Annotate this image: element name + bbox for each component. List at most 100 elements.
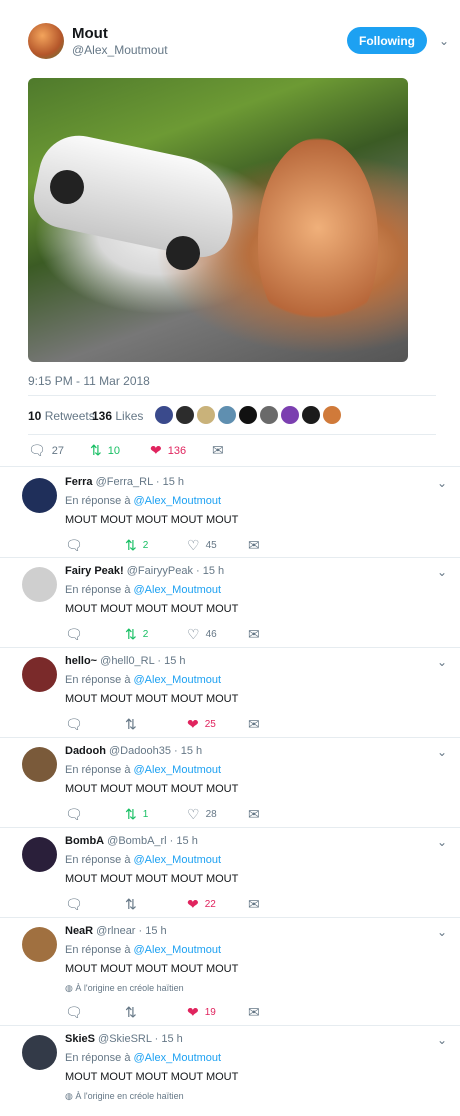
chevron-down-icon[interactable]: ⌄: [437, 476, 447, 490]
author-name[interactable]: Mout: [72, 25, 108, 42]
heart-action[interactable]: ❤ 19: [187, 1004, 216, 1021]
retweet-action[interactable]: ⇅ 1: [125, 806, 148, 823]
reply-author[interactable]: BombA @BombA_rl · 15 h: [65, 835, 198, 847]
chevron-down-icon[interactable]: ⌄: [437, 745, 447, 759]
mail-action[interactable]: ✉: [248, 806, 260, 823]
chevron-down-icon[interactable]: ⌄: [437, 835, 447, 849]
reply-avatar[interactable]: [22, 837, 57, 872]
retweet-action[interactable]: ⇅ 2: [125, 626, 148, 643]
reply-tweet[interactable]: NeaR @rlnear · 15 h En réponse à @Alex_Mo…: [0, 925, 460, 1025]
mail-action[interactable]: ✉: [248, 716, 260, 733]
reply-action[interactable]: 🗨: [65, 1004, 83, 1021]
reply-text: MOUT MOUT MOUT MOUT MOUT: [65, 1071, 239, 1083]
tweet-image[interactable]: [28, 78, 408, 362]
reply-tweet[interactable]: Dadooh @Dadooh35 · 15 h En réponse à @Ale…: [0, 745, 460, 827]
reply-author[interactable]: NeaR @rlnear · 15 h: [65, 925, 167, 937]
reply-avatar[interactable]: [22, 1035, 57, 1070]
like-action[interactable]: ❤ 136: [150, 442, 186, 459]
reply-avatar[interactable]: [22, 478, 57, 513]
reply-avatar[interactable]: [22, 747, 57, 782]
reply-name[interactable]: BombA: [65, 835, 104, 847]
reply-author[interactable]: Dadooh @Dadooh35 · 15 h: [65, 745, 202, 757]
dm-action[interactable]: ✉: [212, 442, 224, 459]
reply-action[interactable]: 🗨: [65, 716, 83, 733]
reply-action[interactable]: 🗨 27: [28, 442, 64, 459]
reply-name[interactable]: Dadooh: [65, 745, 106, 757]
tweet-timestamp[interactable]: 9:15 PM - 11 Mar 2018: [28, 374, 150, 388]
reply-avatar[interactable]: [22, 567, 57, 602]
reply-name[interactable]: Ferra: [65, 476, 93, 488]
retweet-icon: ⇅: [125, 716, 137, 732]
reply-name[interactable]: NeaR: [65, 925, 93, 937]
liker-avatar[interactable]: [176, 406, 194, 424]
reply-action[interactable]: 🗨: [65, 537, 83, 554]
retweet-count: 2: [142, 629, 149, 640]
mention-link[interactable]: @Alex_Moutmout: [134, 495, 222, 507]
reply-action[interactable]: 🗨: [65, 896, 83, 913]
chevron-down-icon[interactable]: ⌄: [437, 565, 447, 579]
heart-icon: ♡: [187, 626, 200, 642]
mention-link[interactable]: @Alex_Moutmout: [134, 674, 222, 686]
retweet-action[interactable]: ⇅ 10: [90, 442, 120, 459]
in-reply-to: En réponse à @Alex_Moutmout: [65, 674, 221, 686]
reply-tweet[interactable]: hello~ @hell0_RL · 15 h En réponse à @Ale…: [0, 655, 460, 737]
liker-avatar[interactable]: [197, 406, 215, 424]
reply-avatar[interactable]: [22, 657, 57, 692]
reply-author[interactable]: Fairy Peak! @FairyyPeak · 15 h: [65, 565, 224, 577]
mail-action[interactable]: ✉: [248, 896, 260, 913]
mention-link[interactable]: @Alex_Moutmout: [134, 584, 222, 596]
mention-link[interactable]: @Alex_Moutmout: [134, 854, 222, 866]
mention-link[interactable]: @Alex_Moutmout: [134, 1052, 222, 1064]
reply-actions: 🗨 ⇅ 2 ♡ 46 ✉: [65, 626, 425, 642]
mention-link[interactable]: @Alex_Moutmout: [134, 764, 222, 776]
likes-stat[interactable]: 136 Likes: [92, 409, 143, 423]
mail-action[interactable]: ✉: [248, 537, 260, 554]
heart-action[interactable]: ❤ 22: [187, 896, 216, 913]
chevron-down-icon[interactable]: ⌄: [437, 925, 447, 939]
retweet-action[interactable]: ⇅: [125, 716, 137, 733]
retweets-stat[interactable]: 10 Retweets: [28, 409, 95, 423]
liker-avatar[interactable]: [302, 406, 320, 424]
reply-name[interactable]: Fairy Peak!: [65, 565, 124, 577]
author-avatar[interactable]: [28, 23, 64, 59]
author-handle[interactable]: @Alex_Moutmout: [72, 43, 168, 57]
chevron-down-icon[interactable]: ⌄: [439, 34, 449, 48]
reply-avatar[interactable]: [22, 927, 57, 962]
liker-avatar[interactable]: [239, 406, 257, 424]
retweet-action[interactable]: ⇅: [125, 1004, 137, 1021]
reply-tweet[interactable]: Fairy Peak! @FairyyPeak · 15 h En réponse…: [0, 565, 460, 647]
liker-avatar[interactable]: [281, 406, 299, 424]
retweet-icon: ⇅: [90, 442, 102, 458]
reply-tweet[interactable]: Ferra @Ferra_RL · 15 h En réponse à @Alex…: [0, 476, 460, 557]
heart-count: 46: [205, 629, 217, 640]
reply-name[interactable]: hello~: [65, 655, 97, 667]
mail-action[interactable]: ✉: [248, 1004, 260, 1021]
mail-action[interactable]: ✉: [248, 626, 260, 643]
chevron-down-icon[interactable]: ⌄: [437, 1033, 447, 1047]
following-button[interactable]: Following: [347, 27, 427, 54]
liker-avatar[interactable]: [155, 406, 173, 424]
chevron-down-icon[interactable]: ⌄: [437, 655, 447, 669]
retweet-action[interactable]: ⇅ 2: [125, 537, 148, 554]
reply-author[interactable]: SkieS @SkieSRL · 15 h: [65, 1033, 183, 1045]
heart-action[interactable]: ♡ 46: [187, 626, 217, 643]
heart-action[interactable]: ♡ 45: [187, 537, 217, 554]
heart-action[interactable]: ❤ 25: [187, 716, 216, 733]
reply-name[interactable]: SkieS: [65, 1033, 95, 1045]
liker-avatar[interactable]: [260, 406, 278, 424]
liker-avatar[interactable]: [323, 406, 341, 424]
reply-author[interactable]: Ferra @Ferra_RL · 15 h: [65, 476, 184, 488]
reply-action[interactable]: 🗨: [65, 806, 83, 823]
mention-link[interactable]: @Alex_Moutmout: [134, 944, 222, 956]
reply-tweet[interactable]: SkieS @SkieSRL · 15 h En réponse à @Alex_…: [0, 1033, 460, 1116]
reply-action[interactable]: 🗨: [65, 626, 83, 643]
reply-tweet[interactable]: BombA @BombA_rl · 15 h En réponse à @Alex…: [0, 835, 460, 917]
liker-avatar[interactable]: [218, 406, 236, 424]
in-reply-to: En réponse à @Alex_Moutmout: [65, 944, 221, 956]
heart-action[interactable]: ♡ 28: [187, 806, 217, 823]
retweet-action[interactable]: ⇅: [125, 896, 137, 913]
translation-origin[interactable]: ◍ À l'origine en créole haïtien: [65, 1091, 184, 1102]
reply-handle-time: @FairyyPeak · 15 h: [123, 565, 225, 577]
translation-origin[interactable]: ◍ À l'origine en créole haïtien: [65, 983, 184, 994]
reply-author[interactable]: hello~ @hell0_RL · 15 h: [65, 655, 186, 667]
